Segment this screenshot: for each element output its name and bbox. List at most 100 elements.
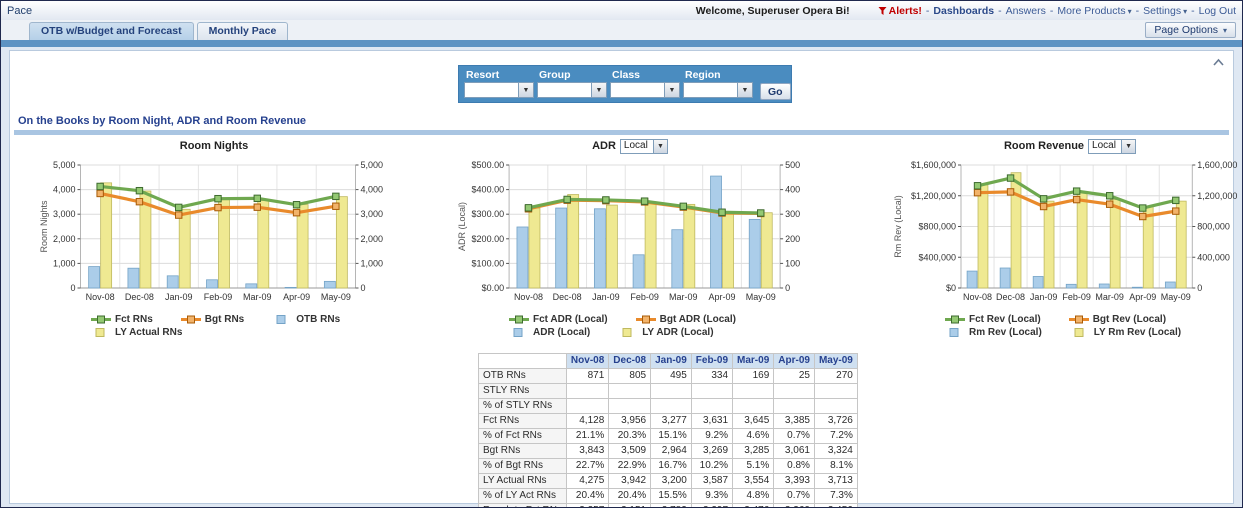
row-label: % of Fct RNs [479, 429, 567, 444]
table-row: % of LY Act RNs20.4%20.4%15.5%9.3%4.8%0.… [479, 489, 858, 504]
legend-swatch-icon [617, 327, 639, 338]
cell: 3,713 [814, 474, 857, 489]
nav-separator: - [926, 5, 930, 17]
top-nav: Welcome, Superuser Opera Bi! Alerts! - D… [696, 5, 1236, 17]
dropdown-arrow-icon: ▼ [518, 83, 533, 97]
svg-text:300: 300 [785, 209, 800, 219]
filter-bar: Resort ▼ Group ▼ Class ▼ Region ▼ Go [458, 65, 792, 103]
svg-text:$400,000: $400,000 [918, 252, 956, 262]
room-nights-chart: Room Nights Room Nights001,0001,0002,0002… [38, 137, 390, 338]
go-button[interactable]: Go [760, 83, 791, 100]
nav-link-more-products[interactable]: More Products▾ [1057, 5, 1131, 17]
cell: 9.2% [691, 429, 732, 444]
svg-text:May-09: May-09 [321, 292, 351, 302]
cell: 334 [691, 369, 732, 384]
cell [774, 399, 815, 414]
chevron-down-icon: ▾ [1183, 7, 1187, 16]
row-label: % of Bgt RNs [479, 459, 567, 474]
cell: 7.2% [814, 429, 857, 444]
legend-item: Fct Rev (Local) [944, 314, 1041, 325]
row-label: LY Actual RNs [479, 474, 567, 489]
nav-separator: - [1136, 5, 1140, 17]
cell: 3,631 [691, 414, 732, 429]
nav-link-settings[interactable]: Settings▾ [1143, 5, 1187, 17]
svg-text:Nov-08: Nov-08 [86, 292, 115, 302]
page-options-button[interactable]: Page Options ▾ [1145, 22, 1236, 38]
row-label: % of LY Act RNs [479, 489, 567, 504]
row-label: Fct RNs [479, 414, 567, 429]
collapse-section-icon[interactable] [1212, 54, 1225, 72]
cell: 805 [609, 369, 651, 384]
filter-label: Group [537, 69, 607, 82]
resort-select[interactable]: ▼ [464, 82, 534, 98]
cell [566, 384, 608, 399]
cell [566, 399, 608, 414]
chart-title: Room Revenue Local▼ [892, 137, 1243, 155]
nav-link-log-out[interactable]: Log Out [1199, 5, 1236, 17]
alerts-link[interactable]: Alerts! [878, 5, 922, 17]
cell: 20.4% [609, 489, 651, 504]
cell: 3,285 [733, 444, 774, 459]
svg-text:2,000: 2,000 [361, 234, 384, 244]
svg-text:500: 500 [785, 160, 800, 170]
dropdown-arrow-icon: ▼ [653, 140, 667, 153]
cell: 16.7% [651, 459, 692, 474]
cell: 169 [733, 369, 774, 384]
legend-item: Bgt RNs [180, 314, 244, 325]
chart-title-text: Room Nights [180, 140, 248, 152]
legend-item: Fct ADR (Local) [508, 314, 608, 325]
svg-text:$300.00: $300.00 [472, 209, 505, 219]
cell: 3,269 [691, 444, 732, 459]
cell: 3,476 [733, 504, 774, 509]
cell: 3,726 [814, 414, 857, 429]
region-select[interactable]: ▼ [683, 82, 753, 98]
svg-text:100: 100 [785, 258, 800, 268]
svg-text:4,000: 4,000 [53, 185, 76, 195]
row-label: OTB RNs [479, 369, 567, 384]
legend-swatch-icon [508, 314, 530, 325]
cell: 3,456 [814, 504, 857, 509]
class-select[interactable]: ▼ [610, 82, 680, 98]
column-header: Apr-09 [774, 354, 815, 369]
section-title: On the Books by Room Night, ADR and Room… [18, 115, 306, 127]
column-header: Jan-09 [651, 354, 692, 369]
cell: 3,297 [691, 504, 732, 509]
legend-item: OTB RNs [271, 314, 340, 325]
pace-table: Nov-08Dec-08Jan-09Feb-09Mar-09Apr-09May-… [478, 353, 858, 508]
row-label: Reach to Fct RNs [479, 504, 567, 509]
svg-text:$200.00: $200.00 [472, 234, 505, 244]
table-header-row: Nov-08Dec-08Jan-09Feb-09Mar-09Apr-09May-… [479, 354, 858, 369]
svg-text:ADR (Local): ADR (Local) [457, 202, 467, 251]
page-title: Pace [7, 5, 32, 17]
nav-link-dashboards[interactable]: Dashboards [933, 5, 994, 17]
legend-swatch-icon [90, 327, 112, 338]
legend-item: Rm Rev (Local) [944, 327, 1042, 338]
currency-select[interactable]: Local▼ [1088, 139, 1136, 154]
chart-title-text: Room Revenue [1004, 140, 1084, 152]
cell: 9.3% [691, 489, 732, 504]
svg-text:Feb-09: Feb-09 [1062, 292, 1091, 302]
cell: 8.1% [814, 459, 857, 474]
cell: 495 [651, 369, 692, 384]
tab-otb-budget-forecast[interactable]: OTB w/Budget and Forecast [29, 22, 194, 40]
cell: 3,385 [774, 414, 815, 429]
tab-bar: OTB w/Budget and Forecast Monthly Pace P… [1, 20, 1242, 40]
filter-group: Group ▼ [537, 69, 607, 98]
chart-canvas: Room Nights001,0001,0002,0002,0003,0003,… [38, 155, 390, 305]
legend-item: Fct RNs [90, 314, 153, 325]
group-select[interactable]: ▼ [537, 82, 607, 98]
row-label: STLY RNs [479, 384, 567, 399]
chart-canvas: Rm Rev (Local)$00$400,000400,000$800,000… [892, 155, 1243, 305]
column-header: May-09 [814, 354, 857, 369]
tab-monthly-pace[interactable]: Monthly Pace [197, 22, 289, 40]
svg-text:$100.00: $100.00 [472, 258, 505, 268]
svg-text:Jan-09: Jan-09 [592, 292, 620, 302]
cell [691, 384, 732, 399]
nav-link-answers[interactable]: Answers [1006, 5, 1046, 17]
svg-text:Rm Rev (Local): Rm Rev (Local) [893, 195, 903, 258]
corner-cell [479, 354, 567, 369]
cell [609, 399, 651, 414]
svg-text:May-09: May-09 [1161, 292, 1191, 302]
currency-select[interactable]: Local▼ [620, 139, 668, 154]
chart-canvas: ADR (Local)$0.000$100.00100$200.00200$30… [456, 155, 804, 305]
